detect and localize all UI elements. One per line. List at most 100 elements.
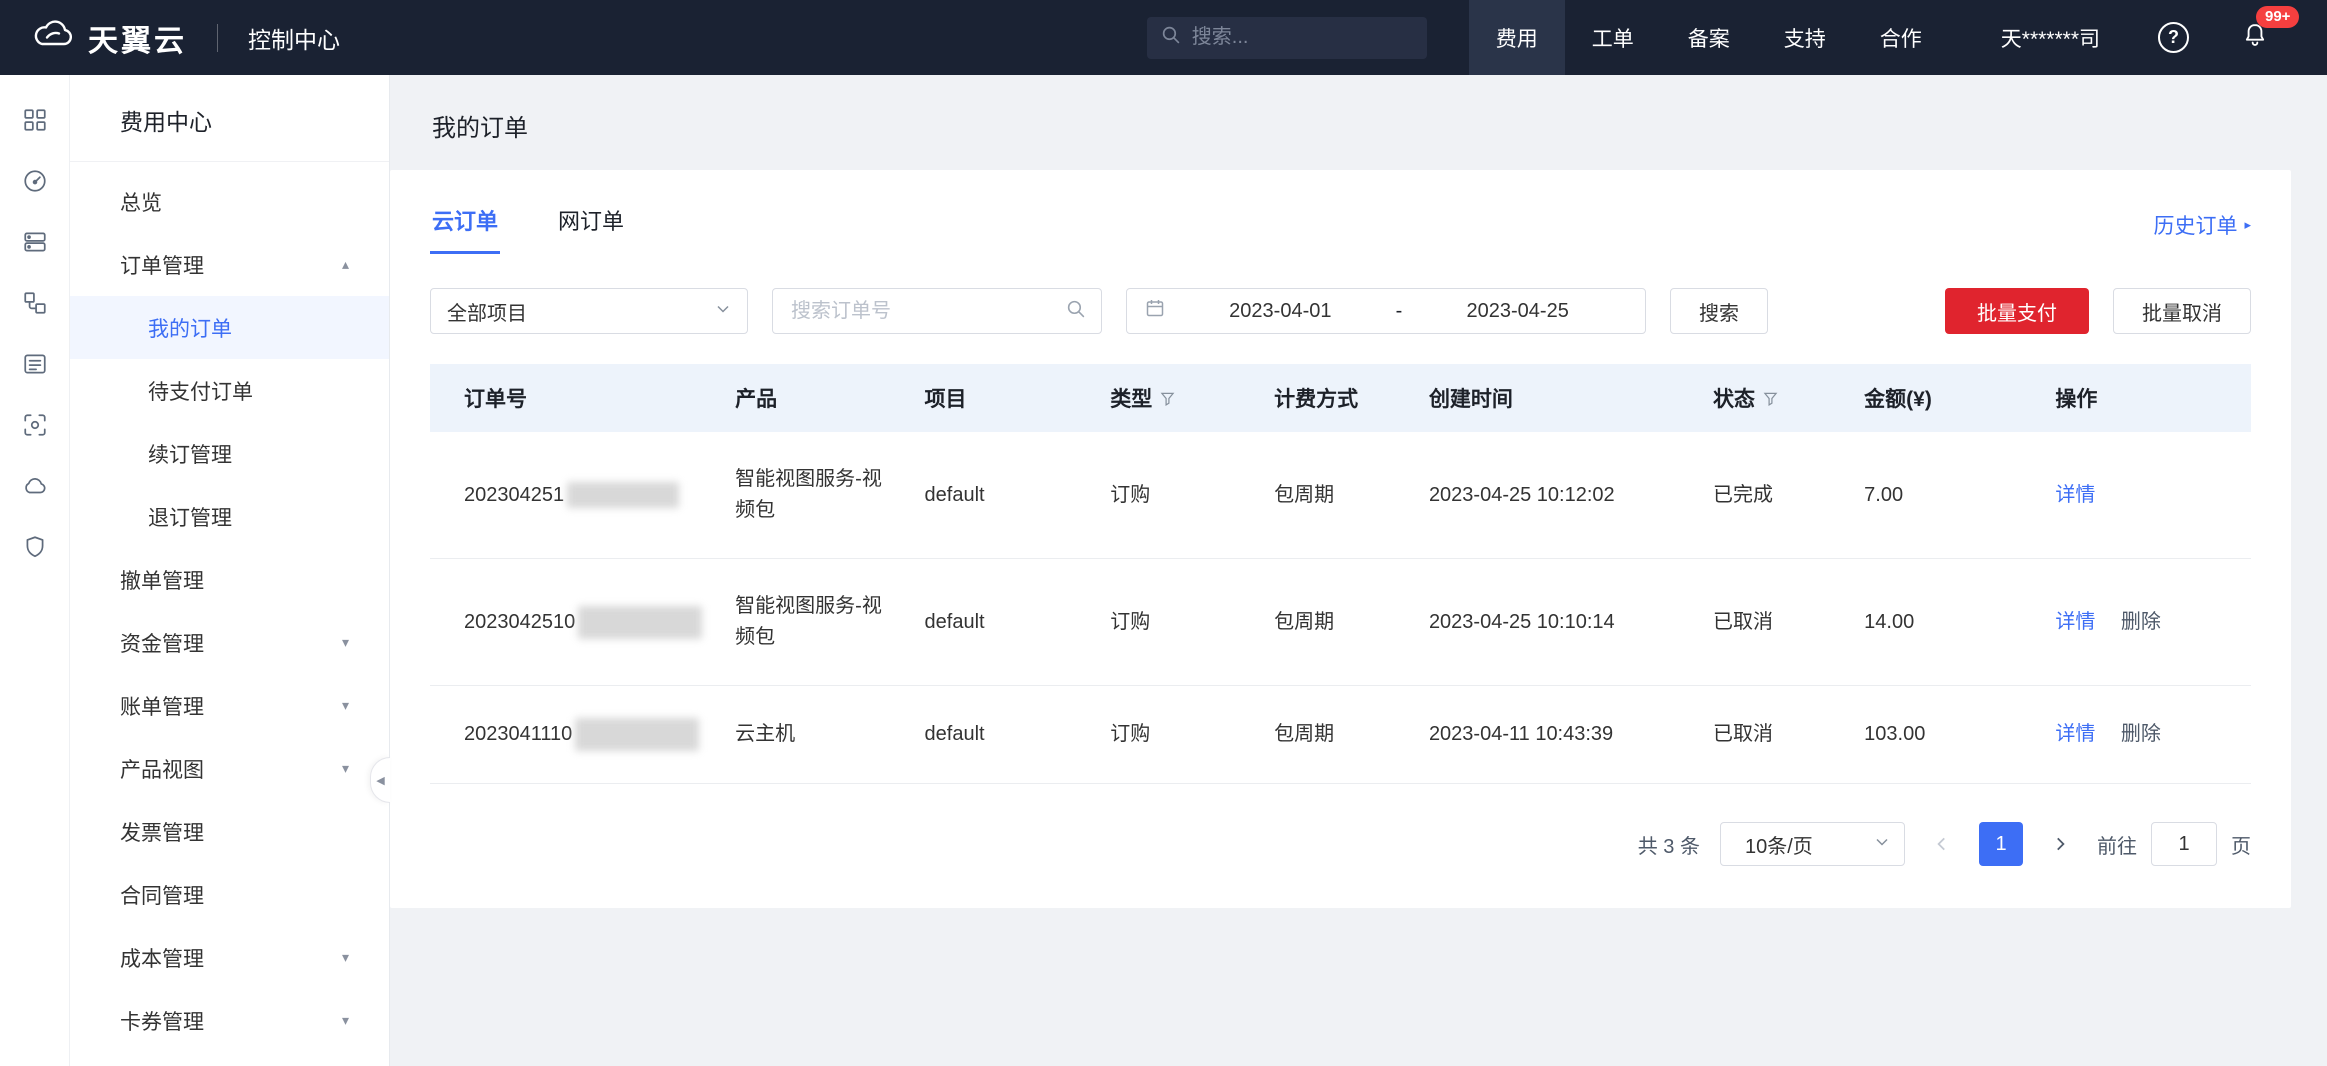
icon-rail [0, 75, 70, 1066]
console-center-link[interactable]: 控制中心 [248, 21, 340, 55]
goto-label: 前往 [2097, 830, 2137, 859]
history-orders-link[interactable]: 历史订单 ▸ [2153, 210, 2251, 240]
topbar-nav-record[interactable]: 备案 [1661, 0, 1757, 75]
workflow-nodes-icon[interactable] [22, 290, 48, 316]
redacted-order-suffix [567, 482, 679, 508]
sidebar-group-coupon-management[interactable]: 卡券管理 ▾ [70, 989, 389, 1052]
batch-pay-button[interactable]: 批量支付 [1945, 288, 2089, 334]
app-shell: 天翼云 控制中心 费用 工单 备案 支持 合作 天*******司 ? 99+ [0, 0, 2327, 1066]
cell-created-at: 2023-04-25 10:12:02 [1417, 432, 1701, 559]
date-end-input[interactable] [1408, 299, 1627, 324]
sidebar-item-my-orders[interactable]: 我的订单 [70, 296, 389, 359]
dashboard-gauge-icon[interactable] [22, 168, 48, 194]
apps-grid-icon[interactable] [22, 107, 48, 133]
cell-type: 订购 [1098, 432, 1262, 559]
cell-status: 已取消 [1701, 559, 1852, 686]
sidebar-group-product-view[interactable]: 产品视图 ▾ [70, 737, 389, 800]
caret-down-icon: ▾ [342, 1012, 349, 1029]
sidebar: 费用中心 总览 订单管理 ▴ 我的订单 待支付订单 续订管理 [70, 75, 390, 1066]
order-delete-link[interactable]: 删除 [2121, 723, 2161, 745]
table-row: 2023041110 云主机 default 订购 包周期 2023-04-11… [430, 686, 2251, 784]
cell-actions: 详情 [2043, 432, 2251, 559]
calendar-icon [1145, 298, 1165, 324]
goto-page-group: 前往 页 [2097, 822, 2251, 866]
order-search-box[interactable] [772, 288, 1102, 334]
sidebar-item-label: 卡券管理 [120, 1006, 204, 1036]
order-search-input[interactable] [789, 299, 1039, 324]
sidebar-item-pending-orders[interactable]: 待支付订单 [70, 359, 389, 422]
security-shield-icon[interactable] [22, 534, 48, 560]
date-start-input[interactable] [1171, 299, 1390, 324]
topbar-search[interactable] [1147, 17, 1427, 59]
order-detail-link[interactable]: 详情 [2055, 484, 2095, 506]
caret-down-icon: ▾ [342, 697, 349, 714]
sidebar-item-label: 合同管理 [120, 880, 204, 910]
order-detail-link[interactable]: 详情 [2055, 723, 2095, 745]
search-button[interactable]: 搜索 [1670, 288, 1768, 334]
sidebar-item-label: 订单管理 [120, 250, 204, 280]
brand-logo[interactable]: 天翼云 [30, 16, 187, 60]
topbar-nav-support[interactable]: 支持 [1757, 0, 1853, 75]
cell-created-at: 2023-04-25 10:10:14 [1417, 559, 1701, 686]
search-icon [1161, 25, 1180, 50]
next-page-button[interactable] [2043, 822, 2077, 866]
cell-project: default [913, 559, 1099, 686]
batch-cancel-button[interactable]: 批量取消 [2113, 288, 2251, 334]
resource-list-icon[interactable] [22, 351, 48, 377]
goto-page-input[interactable] [2151, 822, 2217, 866]
sidebar-item-label: 续订管理 [148, 439, 232, 469]
sidebar-item-renewal-management[interactable]: 续订管理 [70, 422, 389, 485]
notifications-button[interactable]: 99+ [2241, 21, 2269, 55]
sidebar-group-cost-management[interactable]: 成本管理 ▾ [70, 926, 389, 989]
account-menu[interactable]: 天*******司 [2001, 23, 2100, 53]
sidebar-item-label: 成本管理 [120, 943, 204, 973]
order-delete-link[interactable]: 删除 [2121, 611, 2161, 633]
scan-frame-icon[interactable] [22, 412, 48, 438]
topbar-nav: 费用 工单 备案 支持 合作 [1469, 0, 1949, 75]
sidebar-item-withdraw-management[interactable]: 撤单管理 [70, 548, 389, 611]
project-select[interactable]: 全部项目 [430, 288, 748, 334]
cell-project: default [913, 432, 1099, 559]
page-size-select[interactable]: 10条/页 [1720, 822, 1905, 866]
cell-billing-mode: 包周期 [1262, 559, 1417, 686]
col-product: 产品 [723, 364, 912, 432]
chevron-down-icon [715, 300, 731, 323]
order-detail-link[interactable]: 详情 [2055, 611, 2095, 633]
help-icon[interactable]: ? [2158, 22, 2189, 53]
sidebar-item-label: 待支付订单 [148, 376, 253, 406]
notification-count-badge: 99+ [2256, 6, 2299, 29]
cell-order-no: 2023041110 [430, 686, 723, 784]
date-range-picker[interactable]: - [1126, 288, 1646, 334]
page-size-value: 10条/页 [1745, 830, 1813, 859]
sidebar-item-invoice-management[interactable]: 发票管理 [70, 800, 389, 863]
project-select-value: 全部项目 [447, 297, 527, 326]
cell-amount: 103.00 [1852, 686, 2043, 784]
sidebar-item-label: 账单管理 [120, 691, 204, 721]
tab-cloud-orders[interactable]: 云订单 [430, 196, 500, 254]
tab-network-orders[interactable]: 网订单 [556, 196, 626, 254]
collapse-arrow-icon: ◀ [376, 774, 384, 787]
cell-actions: 详情 删除 [2043, 559, 2251, 686]
search-icon[interactable] [1066, 299, 1085, 324]
filter-funnel-icon[interactable] [1763, 391, 1778, 406]
topbar-nav-cooperation[interactable]: 合作 [1853, 0, 1949, 75]
prev-page-button[interactable] [1925, 822, 1959, 866]
topbar-nav-billing[interactable]: 费用 [1469, 0, 1565, 75]
sidebar-group-funds-management[interactable]: 资金管理 ▾ [70, 611, 389, 674]
cloud-service-icon[interactable] [22, 473, 48, 499]
sidebar-item-unsubscribe-management[interactable]: 退订管理 [70, 485, 389, 548]
main-content: 我的订单 云订单 网订单 历史订单 ▸ 全部项目 [390, 75, 2327, 1066]
page-title: 我的订单 [390, 75, 2327, 170]
topbar-nav-ticket[interactable]: 工单 [1565, 0, 1661, 75]
order-no-text: 2023041110 [464, 723, 572, 745]
sidebar-item-overview[interactable]: 总览 [70, 170, 389, 233]
sidebar-group-bill-management[interactable]: 账单管理 ▾ [70, 674, 389, 737]
col-created-at: 创建时间 [1417, 364, 1701, 432]
compute-server-icon[interactable] [22, 229, 48, 255]
filter-funnel-icon[interactable] [1160, 391, 1175, 406]
col-amount: 金额(¥) [1852, 364, 2043, 432]
current-page-button[interactable]: 1 [1979, 822, 2023, 866]
topbar-search-input[interactable] [1190, 25, 1413, 50]
sidebar-group-order-management[interactable]: 订单管理 ▴ [70, 233, 389, 296]
sidebar-item-contract-management[interactable]: 合同管理 [70, 863, 389, 926]
